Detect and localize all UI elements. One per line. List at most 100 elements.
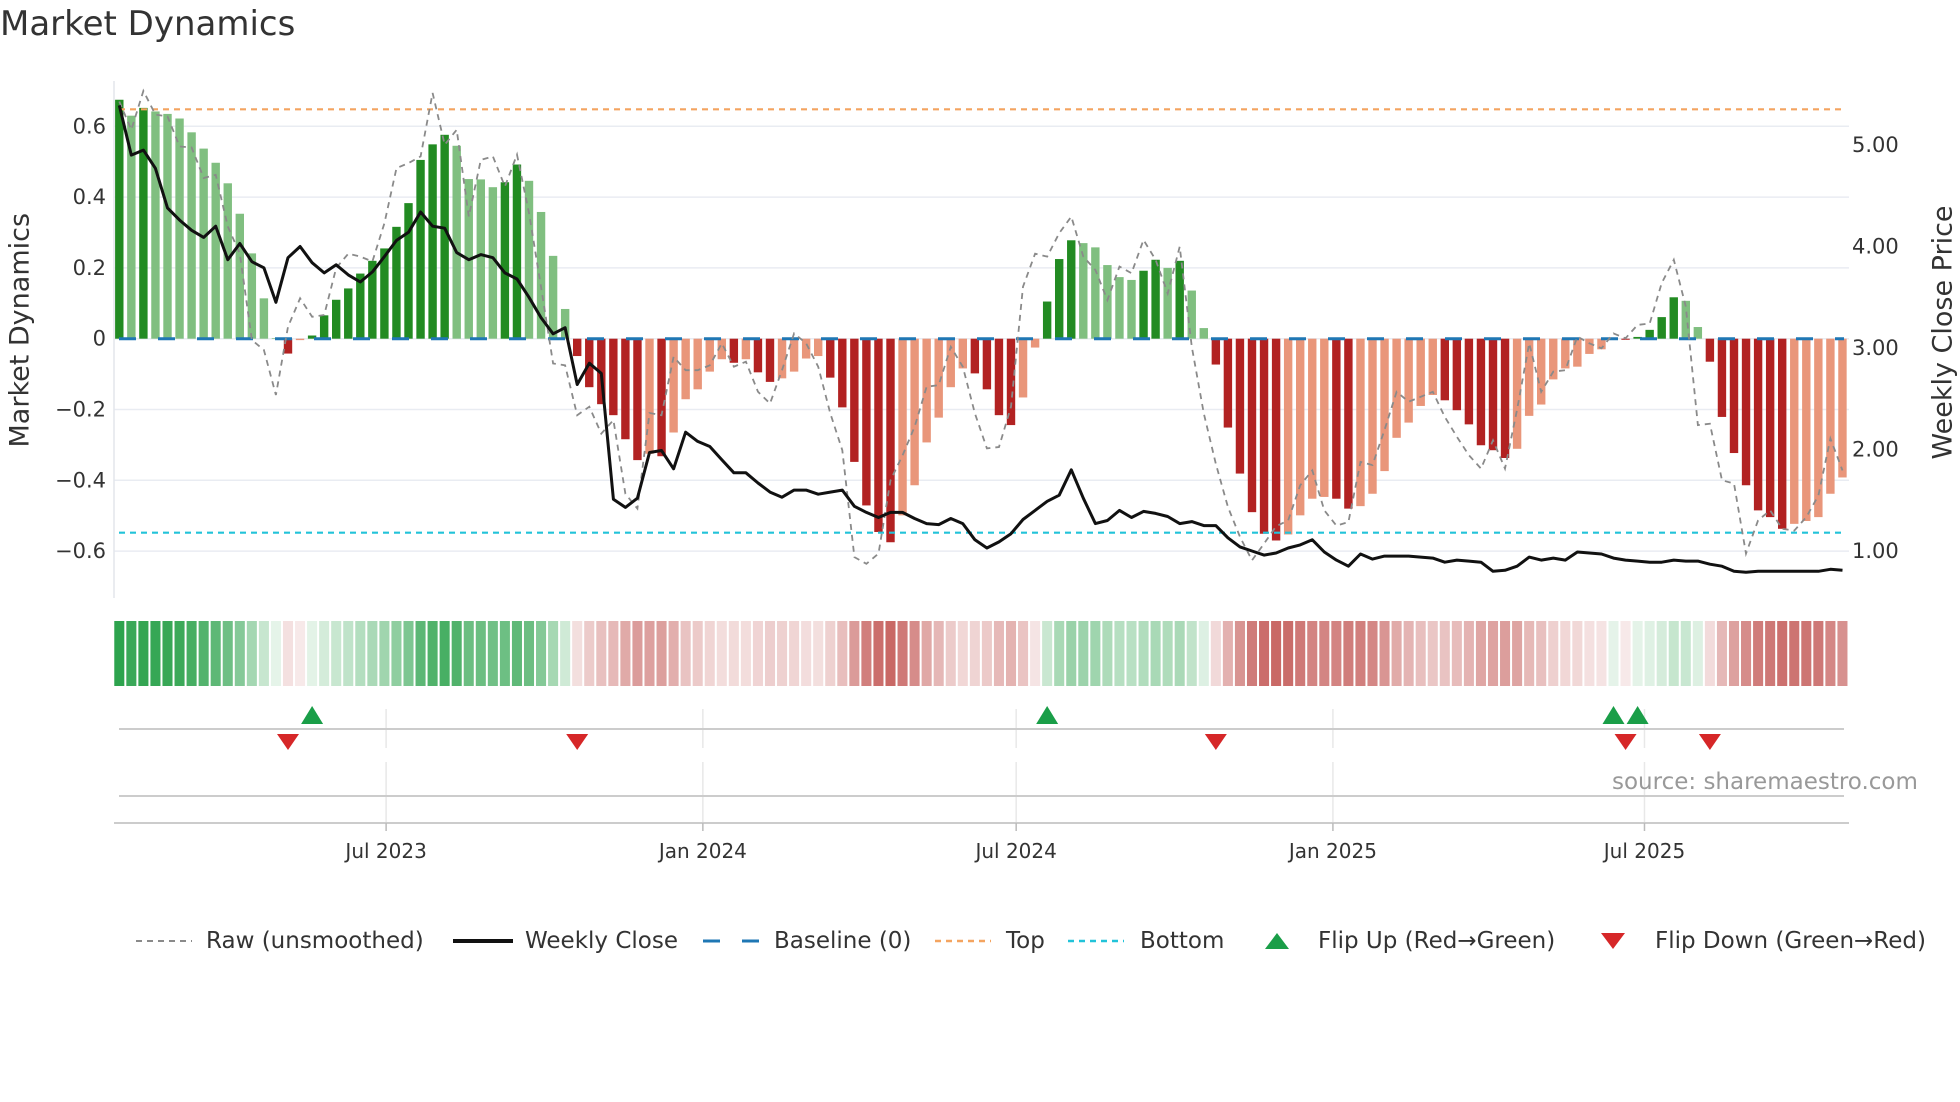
x-tick-label: Jan 2025 xyxy=(1287,839,1377,863)
heat-strip-cell xyxy=(921,621,932,686)
momentum-bar xyxy=(1091,247,1100,339)
heat-strip-cell xyxy=(1379,621,1390,686)
momentum-bar xyxy=(452,145,461,339)
y-tick-label: 0.2 xyxy=(73,256,106,280)
heat-strip-cell xyxy=(632,621,643,686)
heat-strip-cell xyxy=(1680,621,1691,686)
heat-strip-cell xyxy=(1608,621,1619,686)
legend-item-raw[interactable]: Raw (unsmoothed) xyxy=(136,924,424,958)
heat-strip-cell xyxy=(1138,621,1149,686)
legend-label: Flip Down (Green→Red) xyxy=(1655,928,1926,954)
momentum-bar xyxy=(1235,338,1245,474)
heat-strip-cell xyxy=(1765,621,1776,686)
heat-strip-cell xyxy=(873,621,884,686)
y2-tick-label: 5.00 xyxy=(1852,133,1899,157)
heat-strip-cell xyxy=(1271,621,1282,686)
momentum-bar xyxy=(1199,328,1208,339)
legend-item-close[interactable]: Weekly Close xyxy=(453,924,678,958)
heat-strip-cell xyxy=(1427,621,1438,686)
heat-strip-cell xyxy=(415,621,426,686)
heat-strip-cell xyxy=(1150,621,1161,686)
heat-strip-cell xyxy=(1174,621,1185,686)
momentum-bar xyxy=(548,255,558,339)
momentum-bar xyxy=(850,338,859,462)
heat-strip-cell xyxy=(1741,621,1752,686)
momentum-bar xyxy=(898,338,907,516)
momentum-bar xyxy=(1380,338,1389,472)
momentum-bar xyxy=(1790,338,1799,524)
momentum-bar xyxy=(1428,338,1437,395)
momentum-bar xyxy=(1585,338,1594,354)
heat-strip-cell xyxy=(608,621,619,686)
heat-strip-cell xyxy=(138,621,149,686)
heat-strip-cell xyxy=(1367,621,1378,686)
momentum-bar xyxy=(693,338,702,390)
momentum-bar xyxy=(259,298,269,339)
heat-strip-cell xyxy=(475,621,486,686)
legend-item-baseline[interactable]: Baseline (0) xyxy=(703,924,911,958)
heat-strip-cell xyxy=(584,621,595,686)
heat-strip-cell xyxy=(174,621,185,686)
heat-strip-cell xyxy=(1548,621,1559,686)
momentum-bar xyxy=(765,338,775,382)
heat-strip-cell xyxy=(1198,621,1209,686)
heat-strip-cell xyxy=(1512,621,1523,686)
momentum-bar xyxy=(235,213,244,339)
heat-strip-cell xyxy=(391,621,402,686)
heat-strip-cell xyxy=(740,621,751,686)
heat-strip-cell xyxy=(367,621,378,686)
momentum-bar xyxy=(633,338,642,461)
heat-strip-cell xyxy=(1716,621,1727,686)
heat-strip-cell xyxy=(439,621,450,686)
flip-down-marker xyxy=(566,734,589,750)
momentum-bar xyxy=(1669,297,1678,339)
momentum-bar xyxy=(789,338,799,372)
legend-label: Raw (unsmoothed) xyxy=(206,928,424,954)
heat-strip-cell xyxy=(728,621,739,686)
heat-strip-cell xyxy=(126,621,137,686)
dotted-line-icon xyxy=(1068,939,1124,943)
heat-strip-cell xyxy=(343,621,354,686)
legend-item-top[interactable]: Top xyxy=(935,924,1045,958)
momentum-bar xyxy=(645,338,654,454)
momentum-bar xyxy=(1332,338,1341,499)
momentum-bar xyxy=(1283,338,1293,535)
heat-strip-cell xyxy=(1777,621,1788,686)
y2-tick-label: 1.00 xyxy=(1852,539,1899,563)
y-tick-label: −0.4 xyxy=(55,468,106,492)
heat-strip-cell xyxy=(789,621,800,686)
x-tick-label: Jul 2025 xyxy=(1602,839,1685,863)
heat-strip-cell xyxy=(861,621,872,686)
flip-down-marker xyxy=(277,734,299,750)
momentum-bar xyxy=(1693,327,1703,339)
heat-strip-cell xyxy=(837,621,848,686)
legend-item-flip-up[interactable]: Flip Up (Red→Green) xyxy=(1265,924,1555,958)
momentum-bar xyxy=(1778,338,1787,529)
heat-strip-cell xyxy=(1343,621,1354,686)
heat-strip-cell xyxy=(162,621,173,686)
momentum-bar xyxy=(1055,259,1064,339)
momentum-bar xyxy=(1151,259,1160,339)
legend-item-flip-down[interactable]: Flip Down (Green→Red) xyxy=(1601,924,1926,958)
heat-strip-cell xyxy=(620,621,631,686)
legend-label: Baseline (0) xyxy=(774,928,912,954)
solid-line-icon xyxy=(453,939,513,943)
heat-strip-cell xyxy=(451,621,462,686)
y-tick-label: 0.4 xyxy=(73,185,106,209)
legend-label: Weekly Close xyxy=(525,928,678,954)
heat-strip-cell xyxy=(379,621,390,686)
heat-strip-cell xyxy=(1668,621,1679,686)
legend-label: Bottom xyxy=(1140,928,1225,954)
momentum-bar xyxy=(1163,267,1172,339)
momentum-bar xyxy=(1500,338,1510,458)
heat-strip-cell xyxy=(1536,621,1547,686)
heat-strip-cell xyxy=(572,621,583,686)
legend-item-bottom[interactable]: Bottom xyxy=(1068,924,1224,958)
heat-strip-cell xyxy=(680,621,691,686)
heat-strip-cell xyxy=(1584,621,1595,686)
momentum-bar xyxy=(187,132,196,339)
x-tick-label: Jan 2024 xyxy=(657,839,747,863)
heat-strip-cell xyxy=(1283,621,1294,686)
momentum-bar xyxy=(994,338,1004,416)
heat-strip-cell xyxy=(813,621,824,686)
